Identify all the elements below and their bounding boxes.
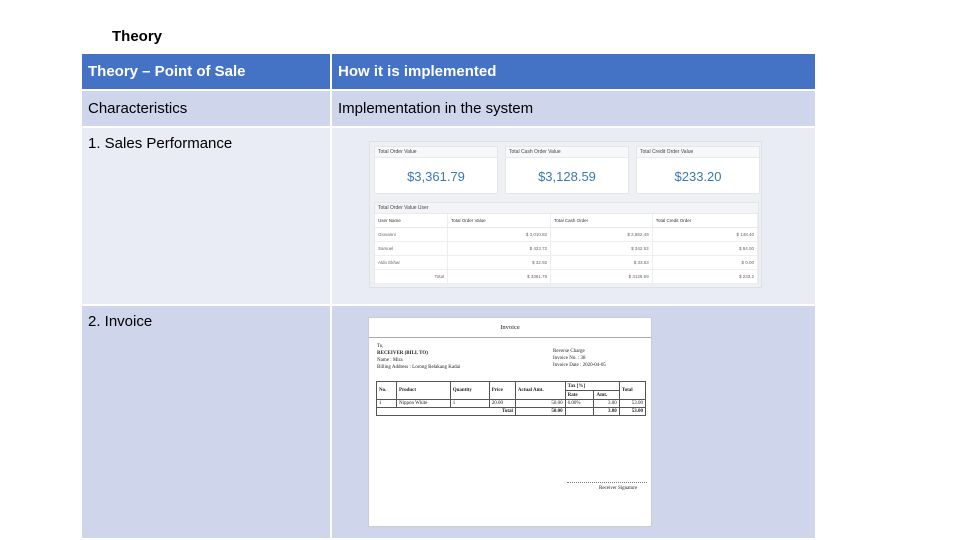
- slide-title: Theory: [112, 28, 163, 45]
- cell: Total: [376, 407, 516, 416]
- total-row: Total 50.00 3.00 53.00: [376, 407, 647, 416]
- cell: $ 3361.79: [447, 269, 552, 284]
- cell: $ 423.72: [447, 241, 552, 256]
- cell: 50.00: [514, 399, 566, 408]
- card-label: Total Credit Order Value: [637, 147, 759, 158]
- invoice-title: Invoice: [369, 318, 651, 338]
- sales-performance-screenshot: Total Order Value $3,361.79 Total Cash O…: [369, 141, 762, 288]
- column-header: Amt.: [593, 390, 620, 400]
- subheader-characteristics: Characteristics: [82, 91, 332, 126]
- invoice-number: Invoice No. : 38: [553, 356, 586, 361]
- cell: [564, 407, 595, 416]
- cell: Aldo Ekhar: [375, 255, 448, 270]
- row-label-invoice: 2. Invoice: [82, 306, 332, 538]
- cell: $ 148.40: [652, 227, 759, 242]
- cell: 6.00%: [564, 399, 595, 408]
- cell: 20.00: [488, 399, 516, 408]
- cell: 50.00: [514, 407, 566, 416]
- card-label: Total Order Value: [375, 147, 497, 158]
- column-header: Total Order Value: [447, 214, 552, 228]
- card-total-order: Total Order Value $3,361.79: [374, 146, 498, 194]
- column-header: Quantity: [449, 381, 490, 400]
- card-value: $233.20: [674, 169, 722, 184]
- column-header: Tax [%]: [564, 381, 620, 391]
- table-header-row: Theory – Point of Sale How it is impleme…: [82, 54, 815, 91]
- column-header: Total Credit Order: [652, 214, 759, 228]
- table-header: User Name Total Order Value Total Cash O…: [375, 214, 759, 228]
- receiver-signature: Receiver Signature: [599, 486, 638, 491]
- cell: $ 342.53: [550, 241, 653, 256]
- invoice-items-table: No. Product Quantity Price Actual Amt. T…: [376, 381, 647, 416]
- table-row: Aldo Ekhar $ 32.92 $ 33.53 $ 0.00: [375, 255, 759, 270]
- column-header: User Name: [375, 214, 448, 228]
- row-label-sales-performance: 1. Sales Performance: [82, 128, 332, 304]
- cell: $ 3,010.82: [447, 227, 552, 242]
- table-row: Samuel $ 423.72 $ 342.53 $ 84.00: [375, 241, 759, 256]
- cell: $ 233.2: [652, 269, 759, 284]
- column-header: Rate: [564, 390, 595, 400]
- cell: $ 33.53: [550, 255, 653, 270]
- subheader-implementation: Implementation in the system: [338, 100, 534, 117]
- cell: Total: [375, 269, 448, 284]
- cell: 53.00: [618, 399, 647, 408]
- invoice-screenshot: Invoice To, RECEIVER (BILL TO) Name : Mi…: [368, 317, 652, 527]
- cell: 3.00: [593, 399, 620, 408]
- table-subheader-row: Characteristics Implementation in the sy…: [82, 91, 815, 128]
- card-total-credit: Total Credit Order Value $233.20: [636, 146, 760, 194]
- cell: 3.00: [593, 407, 620, 416]
- user-order-table: Total Order Value User User Name Total O…: [374, 202, 759, 284]
- column-header: Price: [488, 381, 516, 400]
- column-header: Actual Amt.: [514, 381, 566, 400]
- user-table-title: Total Order Value User: [375, 203, 758, 214]
- cell: Giovanni: [375, 227, 448, 242]
- receiver-name: Name : Mira: [377, 358, 403, 363]
- card-value: $3,361.79: [407, 169, 465, 184]
- cell: $ 84.00: [652, 241, 759, 256]
- cell: Nippon White: [395, 399, 451, 408]
- cell: Samuel: [375, 241, 448, 256]
- invoice-bill-to: To, RECEIVER (BILL TO) Name : Mira Billi…: [377, 343, 460, 371]
- invoice-meta: Reverse Charge Invoice No. : 38 Invoice …: [553, 348, 606, 369]
- to-label: To,: [377, 344, 384, 349]
- cell: $ 3128.59: [550, 269, 653, 284]
- cell: 53.00: [618, 407, 647, 416]
- column-header: No.: [376, 381, 397, 400]
- header-implementation: How it is implemented: [338, 63, 497, 80]
- invoice-date: Invoice Date : 2020-04-05: [553, 363, 606, 368]
- table-row: Giovanni $ 3,010.82 $ 2,852.49 $ 148.40: [375, 227, 759, 242]
- card-total-cash: Total Cash Order Value $3,128.59: [505, 146, 629, 194]
- table-header: No. Product Quantity Price Actual Amt. T…: [376, 381, 647, 400]
- reverse-charge: Reverse Charge: [553, 349, 585, 354]
- card-label: Total Cash Order Value: [506, 147, 628, 158]
- billing-address: Billing Address : Lorong Belakang Kadai: [377, 365, 461, 370]
- table-row: 1 Nippon White 1 20.00 50.00 6.00% 3.00 …: [376, 399, 647, 408]
- cell: 1: [449, 399, 490, 408]
- signature-line: [567, 482, 647, 483]
- column-header: Total: [618, 381, 647, 400]
- receiver: RECEIVER (BILL TO): [377, 351, 428, 356]
- cell: 1: [376, 399, 397, 408]
- card-value: $3,128.59: [538, 169, 596, 184]
- total-row: Total $ 3361.79 $ 3128.59 $ 233.2: [375, 269, 759, 284]
- header-theory: Theory – Point of Sale: [82, 54, 332, 89]
- column-header: Product: [395, 381, 451, 400]
- cell: $ 32.92: [447, 255, 552, 270]
- cell: $ 2,852.49: [550, 227, 653, 242]
- column-header: Total Cash Order: [550, 214, 653, 228]
- cell: $ 0.00: [652, 255, 759, 270]
